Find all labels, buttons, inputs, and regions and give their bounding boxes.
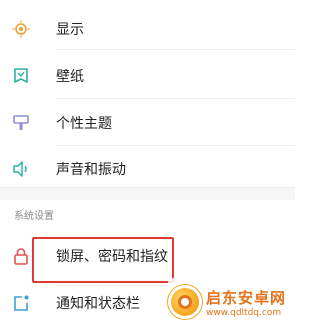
watermark: 启东安卓网 www.qdltdq.com <box>168 278 295 326</box>
display-icon <box>12 20 30 38</box>
settings-item-label: 个性主题 <box>56 116 112 132</box>
divider <box>56 145 295 146</box>
notification-icon <box>12 294 30 312</box>
settings-item-wallpaper[interactable]: 壁纸 <box>0 61 295 91</box>
section-separator <box>0 187 295 200</box>
highlight-box <box>32 237 174 283</box>
sound-icon <box>12 160 30 178</box>
watermark-url: www.qdltdq.com <box>206 307 282 318</box>
watermark-title: 启东安卓网 <box>206 288 287 307</box>
settings-item-label: 显示 <box>56 22 84 38</box>
settings-item-label: 声音和振动 <box>56 162 126 178</box>
section-header: 系统设置 <box>14 211 54 222</box>
lock-icon <box>12 247 30 265</box>
divider <box>56 98 295 99</box>
settings-item-label: 通知和状态栏 <box>56 296 140 312</box>
divider <box>56 49 295 50</box>
settings-item-label: 壁纸 <box>56 69 84 85</box>
settings-item-display[interactable]: 显示 <box>0 14 295 44</box>
watermark-logo-icon <box>168 285 202 319</box>
settings-item-sound[interactable]: 声音和振动 <box>0 154 295 184</box>
settings-item-theme[interactable]: 个性主题 <box>0 108 295 138</box>
wallpaper-icon <box>12 67 30 85</box>
theme-icon <box>12 114 30 132</box>
